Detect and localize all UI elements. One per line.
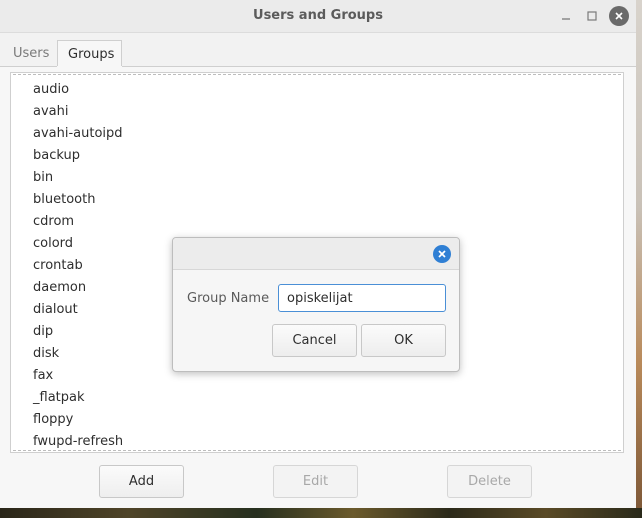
list-item[interactable]: avahi — [11, 101, 623, 123]
cancel-button[interactable]: Cancel — [272, 324, 357, 357]
maximize-icon — [587, 11, 597, 21]
desktop-background — [636, 0, 642, 518]
list-item[interactable]: bluetooth — [11, 189, 623, 211]
minimize-icon — [562, 18, 570, 20]
list-item[interactable]: bin — [11, 167, 623, 189]
maximize-button[interactable] — [581, 5, 603, 27]
tab-bar: Users Groups — [0, 40, 636, 68]
add-button[interactable]: Add — [99, 465, 184, 498]
list-item[interactable]: avahi-autoipd — [11, 123, 623, 145]
list-item[interactable]: fwupd-refresh — [11, 431, 623, 452]
users-and-groups-window: Users and Groups Users Groups audio avahi… — [0, 0, 636, 508]
group-name-label: Group Name — [187, 291, 270, 306]
titlebar[interactable]: Users and Groups — [0, 0, 636, 33]
close-icon — [438, 250, 446, 258]
list-item[interactable]: cdrom — [11, 211, 623, 233]
desktop-background-strip — [0, 508, 642, 518]
delete-button[interactable]: Delete — [447, 465, 532, 498]
ok-button[interactable]: OK — [361, 324, 446, 357]
dialog-header[interactable] — [173, 238, 459, 270]
window-title: Users and Groups — [253, 8, 383, 23]
dialog-close-button[interactable] — [433, 245, 451, 263]
minimize-button[interactable] — [555, 5, 577, 27]
group-name-input[interactable] — [278, 284, 446, 312]
list-item[interactable]: audio — [11, 79, 623, 101]
close-button[interactable] — [608, 5, 630, 27]
list-item[interactable]: floppy — [11, 409, 623, 431]
tab-users[interactable]: Users — [3, 40, 56, 67]
list-item[interactable]: backup — [11, 145, 623, 167]
list-item[interactable]: _flatpak — [11, 387, 623, 409]
add-group-dialog: Group Name Cancel OK — [172, 237, 460, 372]
tab-groups[interactable]: Groups — [57, 40, 122, 68]
close-icon — [609, 6, 629, 26]
edit-button[interactable]: Edit — [273, 465, 358, 498]
